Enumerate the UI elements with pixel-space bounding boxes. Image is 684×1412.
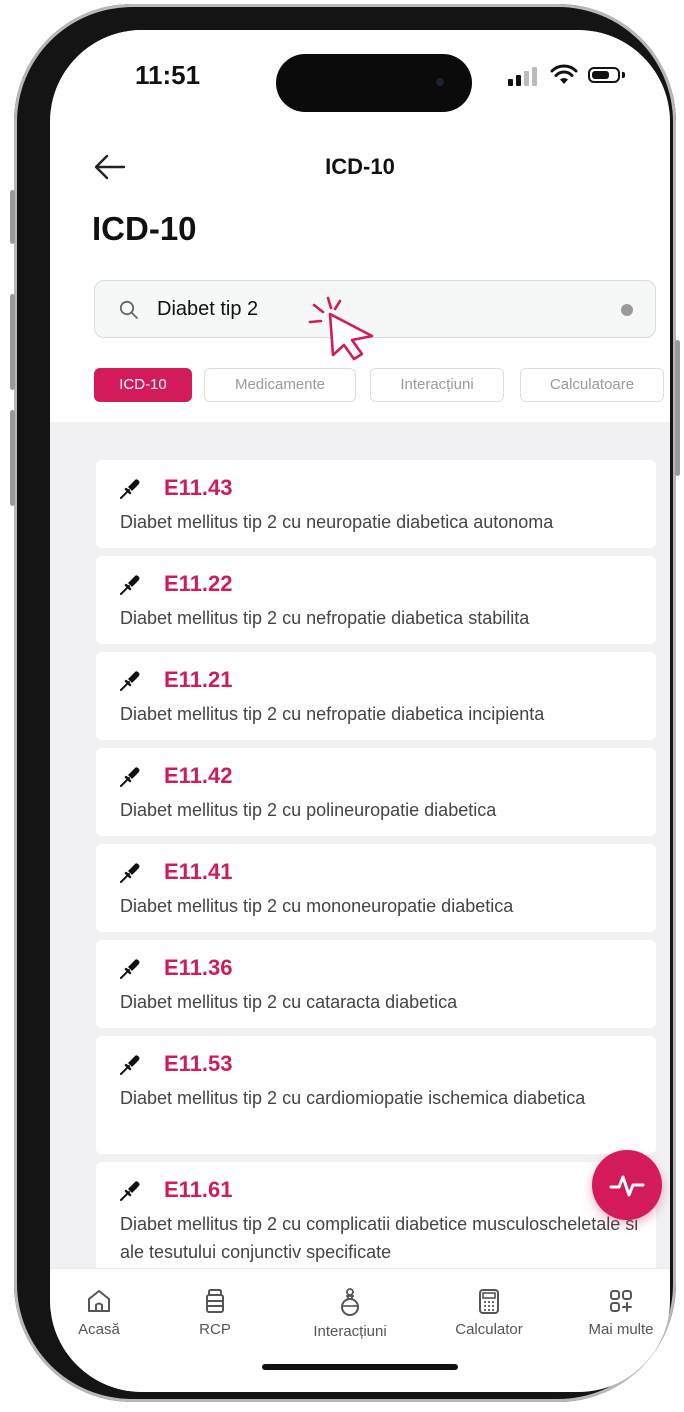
icd-description: Diabet mellitus tip 2 cu neuropatie diab… xyxy=(120,512,554,532)
result-item[interactable]: E11.53 Diabet mellitus tip 2 cu cardiomio… xyxy=(96,1036,656,1154)
tab-interactiuni[interactable]: Interacțiuni xyxy=(295,1287,405,1340)
icd-code: E11.22 xyxy=(164,571,233,596)
chip-calculatoare[interactable]: Calculatoare xyxy=(520,368,664,402)
pin-icon xyxy=(120,671,140,691)
pulse-fab-button[interactable] xyxy=(592,1150,662,1220)
nav-title: ICD-10 xyxy=(325,154,395,179)
tab-rcp[interactable]: RCP xyxy=(160,1287,270,1338)
wifi-icon xyxy=(550,64,578,84)
pin-icon xyxy=(120,863,140,883)
icd-code: E11.42 xyxy=(164,763,233,788)
battery-icon xyxy=(588,67,620,83)
home-icon xyxy=(88,1290,110,1312)
flask-icon xyxy=(341,1288,359,1316)
pin-icon xyxy=(120,767,140,787)
icd-description: Diabet mellitus tip 2 cu complicatii dia… xyxy=(120,1214,639,1262)
tab-calculator[interactable]: Calculator xyxy=(434,1287,544,1338)
tab-label: Calculator xyxy=(455,1321,523,1338)
result-item[interactable]: E11.41 Diabet mellitus tip 2 cu mononeuro… xyxy=(96,844,656,932)
result-item[interactable]: E11.36 Diabet mellitus tip 2 cu cataracta… xyxy=(96,940,656,1028)
dynamic-island xyxy=(276,54,472,112)
tab-label: Interacțiuni xyxy=(313,1323,387,1340)
calculator-icon xyxy=(479,1289,499,1314)
status-time: 11:51 xyxy=(135,60,201,90)
icd-description: Diabet mellitus tip 2 cu mononeuropatie … xyxy=(120,896,514,916)
camera-dot xyxy=(436,78,444,86)
search-input[interactable]: Diabet tip 2 xyxy=(157,298,258,321)
signal-icon xyxy=(508,66,544,86)
tab-mai-multe[interactable]: Mai multe xyxy=(566,1287,670,1338)
icd-code: E11.21 xyxy=(164,667,233,692)
clear-search-icon[interactable] xyxy=(621,304,633,316)
tab-label: Acasă xyxy=(78,1321,120,1338)
tab-bar: Acasă RCP Interacțiuni Calculator Mai mu… xyxy=(50,1268,670,1392)
volume-up-button xyxy=(10,294,15,390)
icd-code: E11.61 xyxy=(164,1177,233,1202)
chip-interactiuni[interactable]: Interacțiuni xyxy=(370,368,504,402)
tab-label: Mai multe xyxy=(588,1321,654,1338)
result-item[interactable]: E11.42 Diabet mellitus tip 2 cu polineuro… xyxy=(96,748,656,836)
icd-description: Diabet mellitus tip 2 cu nefropatie diab… xyxy=(120,704,545,724)
icd-code: E11.36 xyxy=(164,955,233,980)
icd-description: Diabet mellitus tip 2 cu cardiomiopatie … xyxy=(120,1088,586,1108)
tab-label: RCP xyxy=(199,1321,231,1338)
phone-frame: 11:51 ICD-10 ICD-10 Diabet tip 2 ICD-10 … xyxy=(10,4,680,1402)
header: ICD-10 ICD-10 Diabet tip 2 ICD-10 Medica… xyxy=(50,130,670,422)
tab-acasa[interactable]: Acasă xyxy=(50,1287,154,1338)
pin-icon xyxy=(120,959,140,979)
icd-code: E11.53 xyxy=(164,1051,233,1076)
icd-description: Diabet mellitus tip 2 cu polineuropatie … xyxy=(120,800,497,820)
pin-icon xyxy=(120,479,140,499)
result-item[interactable]: E11.22 Diabet mellitus tip 2 cu nefropati… xyxy=(96,556,656,644)
pulse-icon xyxy=(609,1175,645,1197)
icd-description: Diabet mellitus tip 2 cu nefropatie diab… xyxy=(120,608,530,628)
mute-switch xyxy=(10,190,15,244)
power-button xyxy=(675,340,680,476)
pin-icon xyxy=(120,1181,140,1201)
document-stack-icon xyxy=(206,1289,224,1313)
pin-icon xyxy=(120,1055,140,1075)
status-bar: 11:51 xyxy=(50,30,670,130)
home-indicator xyxy=(262,1364,458,1370)
result-item[interactable]: E11.21 Diabet mellitus tip 2 cu nefropati… xyxy=(96,652,656,740)
chip-medicamente[interactable]: Medicamente xyxy=(204,368,356,402)
icd-code: E11.41 xyxy=(164,859,233,884)
icd-code: E11.43 xyxy=(164,475,233,500)
result-item[interactable]: E11.43 Diabet mellitus tip 2 cu neuropati… xyxy=(96,460,656,548)
volume-down-button xyxy=(10,410,15,506)
search-icon xyxy=(119,300,138,319)
icd-description: Diabet mellitus tip 2 cu cataracta diabe… xyxy=(120,992,458,1012)
grid-plus-icon xyxy=(610,1290,632,1312)
chip-icd10[interactable]: ICD-10 xyxy=(94,368,192,402)
page-title: ICD-10 xyxy=(92,210,197,247)
pin-icon xyxy=(120,575,140,595)
battery-nub xyxy=(622,72,625,78)
filter-chips: ICD-10 Medicamente Interacțiuni Calculat… xyxy=(94,368,664,402)
screen: 11:51 ICD-10 ICD-10 Diabet tip 2 ICD-10 … xyxy=(50,30,670,1392)
pointer-cursor-icon xyxy=(308,296,374,361)
